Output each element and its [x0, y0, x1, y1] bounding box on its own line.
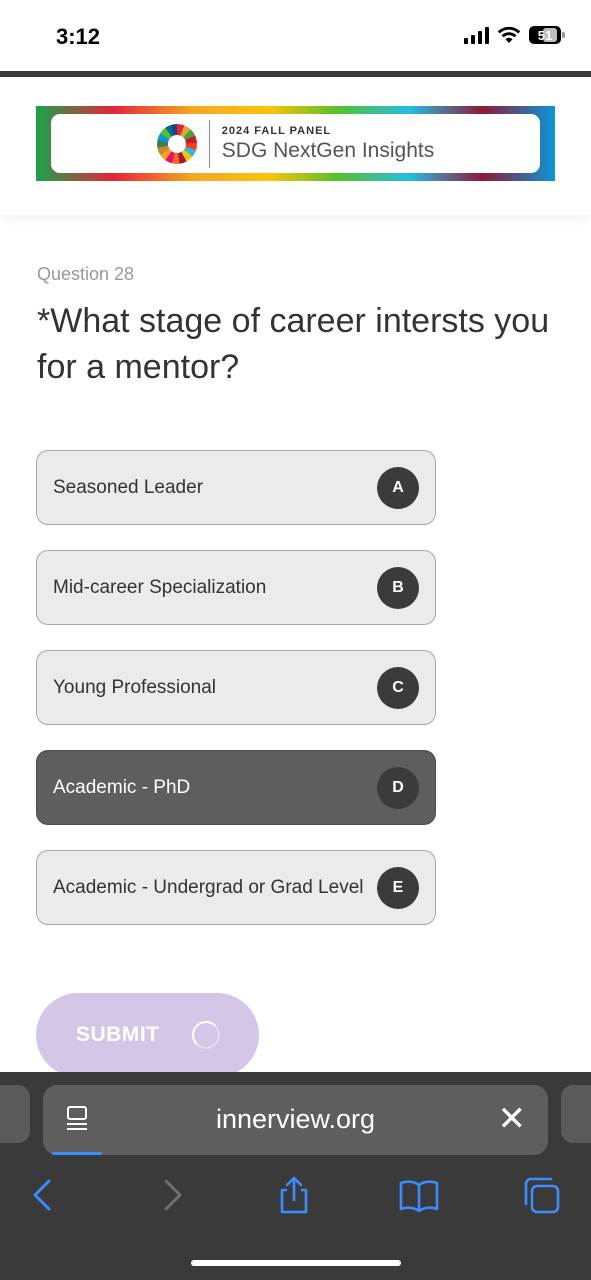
- question-number: Question 28: [37, 264, 135, 284]
- option-key-badge: D: [377, 766, 419, 809]
- banner-subtitle: 2024 FALL PANEL: [221, 124, 332, 137]
- status-icons: 51: [464, 26, 565, 44]
- option-label: Mid-career Specialization: [53, 576, 267, 598]
- back-icon[interactable]: [23, 1175, 63, 1215]
- option-b[interactable]: Mid-career Specialization B: [36, 550, 436, 625]
- option-a[interactable]: Seasoned Leader A: [36, 450, 436, 525]
- cellular-signal-icon: [464, 26, 489, 44]
- status-bar: 3:12 51: [0, 0, 591, 72]
- forward-icon[interactable]: [152, 1175, 192, 1215]
- banner-card: 2024 FALL PANEL SDG NextGen Insights: [51, 114, 540, 173]
- option-label: Academic - Undergrad or Grad Level: [53, 876, 364, 898]
- share-icon[interactable]: [274, 1175, 314, 1215]
- option-c[interactable]: Young Professional C: [36, 650, 436, 725]
- tabs-icon[interactable]: [522, 1175, 562, 1215]
- banner-title: SDG NextGen Insights: [221, 138, 435, 162]
- answer-options: Seasoned Leader A Mid-career Specializat…: [36, 450, 436, 950]
- loading-spinner-icon: [191, 1021, 220, 1049]
- battery-icon: 51: [529, 26, 565, 44]
- sdg-wheel-logo-icon: [156, 123, 197, 164]
- option-label: Seasoned Leader: [53, 476, 204, 498]
- option-key-badge: A: [377, 466, 419, 509]
- submit-label: SUBMIT: [76, 1023, 160, 1046]
- page-load-progress: [52, 1152, 102, 1155]
- submit-button[interactable]: SUBMIT: [36, 993, 259, 1077]
- browser-address-bar: innerview.org ✕: [0, 1072, 591, 1157]
- option-key-badge: B: [377, 566, 419, 609]
- close-icon[interactable]: ✕: [498, 1102, 527, 1136]
- previous-tab-preview[interactable]: [0, 1085, 30, 1143]
- battery-level: 51: [537, 27, 553, 43]
- option-key-badge: E: [377, 866, 419, 909]
- banner-divider: [208, 119, 210, 168]
- wifi-icon: [497, 26, 521, 43]
- bookmarks-icon[interactable]: [398, 1175, 439, 1215]
- next-tab-preview[interactable]: [561, 1085, 591, 1143]
- url-field[interactable]: innerview.org ✕: [43, 1085, 548, 1155]
- panel-banner: 2024 FALL PANEL SDG NextGen Insights: [36, 106, 555, 181]
- option-e[interactable]: Academic - Undergrad or Grad Level E: [36, 850, 436, 925]
- question-text: *What stage of career intersts you for a…: [37, 302, 550, 386]
- page-header: 2024 FALL PANEL SDG NextGen Insights: [0, 77, 591, 215]
- option-d[interactable]: Academic - PhD D: [36, 750, 436, 825]
- option-label: Academic - PhD: [53, 776, 191, 798]
- banner-text: 2024 FALL PANEL SDG NextGen Insights: [222, 125, 434, 163]
- option-key-badge: C: [377, 666, 419, 709]
- status-time: 3:12: [56, 24, 101, 49]
- option-label: Young Professional: [53, 676, 217, 698]
- home-indicator[interactable]: [191, 1260, 401, 1266]
- url-text: innerview.org: [215, 1104, 376, 1134]
